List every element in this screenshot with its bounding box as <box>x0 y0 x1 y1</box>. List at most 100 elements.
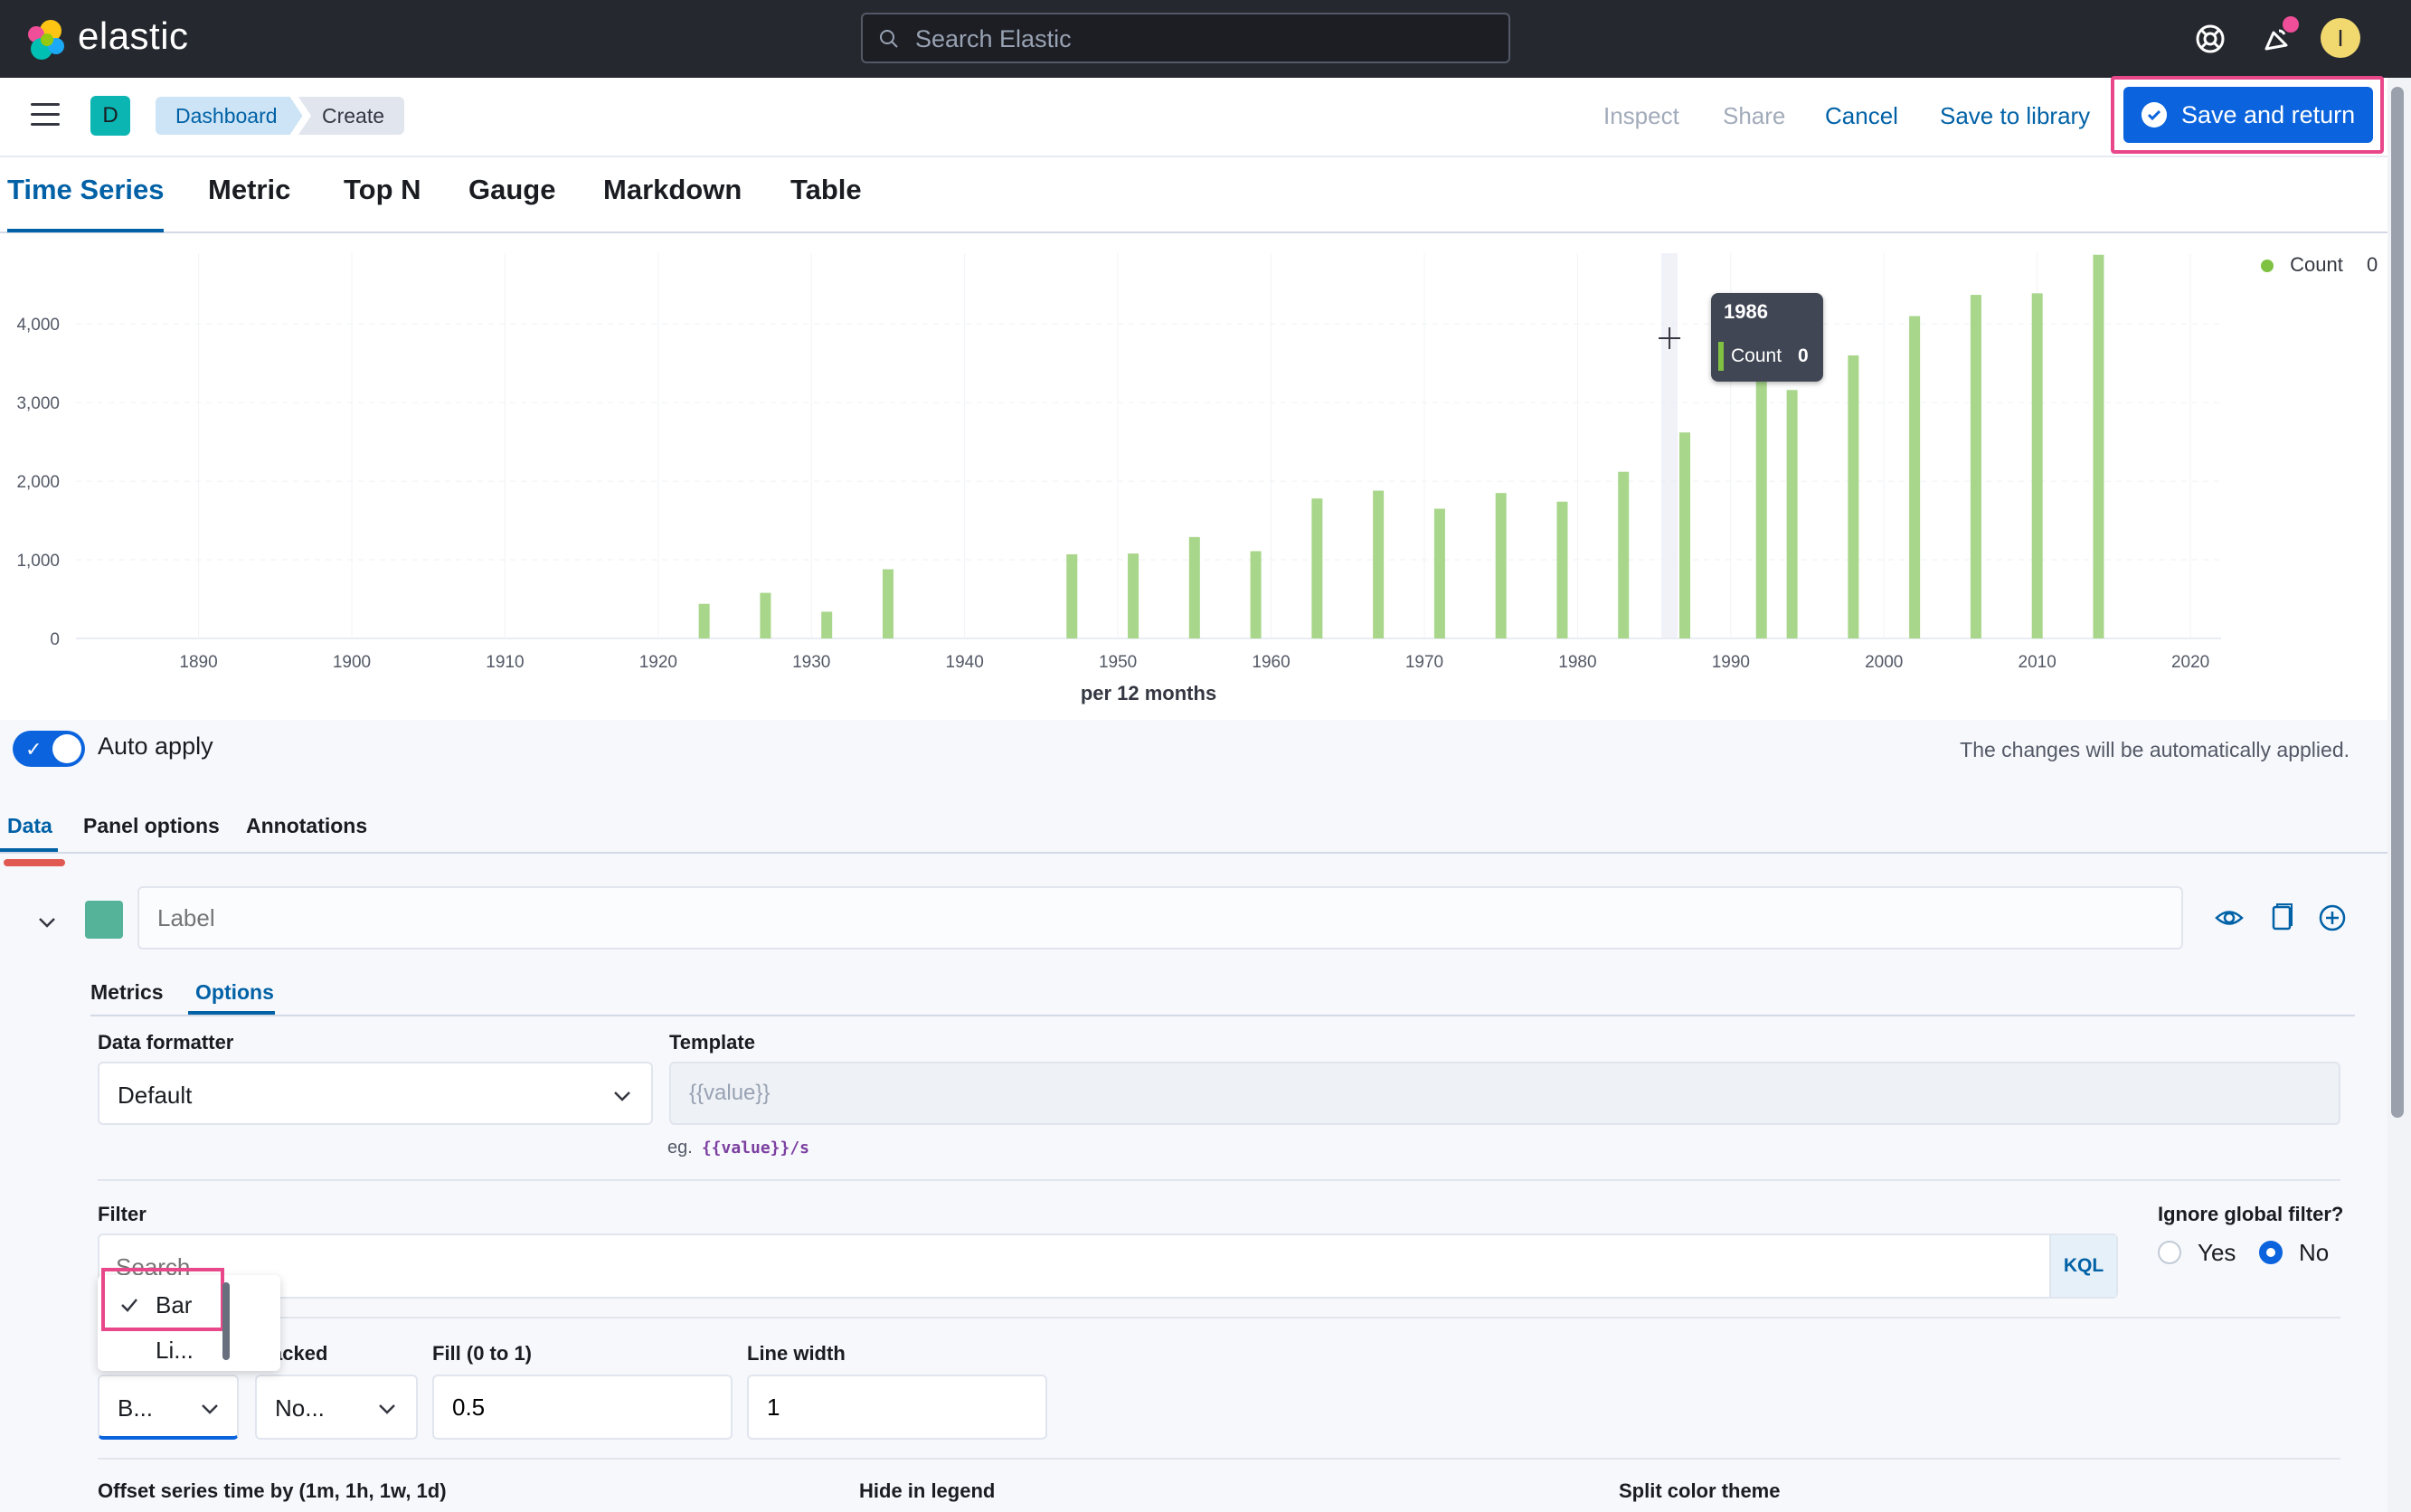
bar-count[interactable] <box>698 603 710 638</box>
y-tick-label: 4,000 <box>16 316 60 335</box>
data-formatter-value: Default <box>118 1082 193 1109</box>
breadcrumb-create: Create <box>298 97 405 135</box>
bar-count[interactable] <box>760 592 771 638</box>
page-scrollbar-thumb[interactable] <box>2391 87 2404 1118</box>
fill-field[interactable] <box>432 1375 733 1440</box>
sub-tabs-divider <box>90 1015 2355 1016</box>
stacked-select[interactable]: No... <box>255 1375 418 1440</box>
tab-markdown[interactable]: Markdown <box>603 174 742 228</box>
tab-annotations[interactable]: Annotations <box>246 814 367 838</box>
add-series-icon[interactable] <box>2317 902 2348 933</box>
section-divider <box>98 1179 2340 1181</box>
auto-apply-toggle[interactable]: ✓ <box>13 731 85 767</box>
chevron-down-icon <box>202 1404 218 1414</box>
ignore-global-yes-radio[interactable] <box>2158 1241 2181 1264</box>
template-example-code: {{value}}/s <box>701 1139 810 1158</box>
x-tick-label: 1980 <box>1558 653 1596 672</box>
tab-options[interactable]: Options <box>195 980 274 1005</box>
bar-count[interactable] <box>1909 316 1921 638</box>
template-example-prefix: eg. <box>667 1138 693 1158</box>
template-field[interactable] <box>669 1062 2340 1125</box>
bar-option-highlight <box>101 1268 224 1331</box>
tab-gauge[interactable]: Gauge <box>468 174 555 228</box>
eye-icon[interactable] <box>2214 902 2245 933</box>
data-formatter-select[interactable]: Default <box>98 1062 653 1125</box>
series-label-field[interactable] <box>137 886 2183 950</box>
collapse-series-chevron-icon[interactable] <box>36 912 58 933</box>
bar-count[interactable] <box>1970 295 1981 638</box>
bar-count[interactable] <box>1066 553 1078 638</box>
ignore-global-no-radio[interactable] <box>2259 1241 2283 1264</box>
chart-tooltip: 1986 Count 0 <box>1711 293 1823 382</box>
tab-table[interactable]: Table <box>790 174 862 228</box>
chart-type-option-line[interactable]: Li... <box>98 1328 269 1373</box>
share-button[interactable]: Share <box>1723 99 1785 132</box>
time-series-chart[interactable]: 0 1,000 2,000 3,000 4,000 1890 1900 1910 1920 193… <box>0 233 2387 722</box>
bar-count[interactable] <box>1848 355 1859 638</box>
series-color-picker[interactable] <box>85 901 123 939</box>
save-to-library-button[interactable]: Save to library <box>1940 99 2090 132</box>
bar-count[interactable] <box>1786 390 1798 638</box>
ignore-global-no-label[interactable]: No <box>2299 1239 2329 1267</box>
inspect-button[interactable]: Inspect <box>1603 99 1679 132</box>
brand-name[interactable]: elastic <box>78 14 189 58</box>
elastic-logo-icon[interactable] <box>24 16 69 61</box>
fill-label: Fill (0 to 1) <box>432 1342 532 1365</box>
bar-count[interactable] <box>1556 501 1568 638</box>
global-search[interactable] <box>861 13 1510 63</box>
dropdown-scrollbar[interactable] <box>222 1282 230 1360</box>
search-icon <box>880 30 898 48</box>
x-axis-label: per 12 months <box>1081 682 1216 704</box>
cancel-button[interactable]: Cancel <box>1825 99 1898 132</box>
bar-count[interactable] <box>1188 536 1200 638</box>
bar-count[interactable] <box>1679 432 1690 638</box>
line-width-input[interactable] <box>749 1376 1045 1438</box>
template-input[interactable] <box>671 1063 2339 1123</box>
app-toolbar: D Dashboard Create Inspect Share Cancel … <box>0 78 2387 157</box>
tab-top-n[interactable]: Top N <box>344 174 421 228</box>
filter-input[interactable] <box>114 1248 1926 1286</box>
line-width-field[interactable] <box>747 1375 1047 1440</box>
bar-count[interactable] <box>1495 493 1507 638</box>
kql-language-button[interactable]: KQL <box>2049 1235 2116 1297</box>
section-divider <box>98 1317 2340 1318</box>
menu-icon[interactable] <box>31 103 60 128</box>
check-circle-icon <box>2142 102 2167 128</box>
tab-metrics[interactable]: Metrics <box>90 980 164 1005</box>
tab-selected-indicator <box>0 848 58 852</box>
bar-count[interactable] <box>1755 363 1767 638</box>
ignore-global-yes-label[interactable]: Yes <box>2198 1239 2236 1267</box>
y-tick-label: 0 <box>50 630 60 649</box>
search-input[interactable] <box>913 22 1496 56</box>
bar-count[interactable] <box>1250 551 1262 638</box>
bar-count[interactable] <box>1618 471 1630 638</box>
bar-count[interactable] <box>2031 293 2043 638</box>
tab-metric[interactable]: Metric <box>208 174 290 228</box>
fill-input[interactable] <box>434 1376 731 1438</box>
breadcrumb-dashboard[interactable]: Dashboard <box>156 97 303 135</box>
bar-count[interactable] <box>1311 498 1323 638</box>
bar-count[interactable] <box>1433 508 1445 638</box>
tab-time-series[interactable]: Time Series <box>7 174 165 232</box>
chart-type-select[interactable]: B... <box>98 1375 239 1440</box>
x-tick-label: 1890 <box>179 653 217 672</box>
bar-count[interactable] <box>1128 553 1139 638</box>
bar-count[interactable] <box>821 611 833 638</box>
chart-legend[interactable]: Count 0 <box>2261 253 2378 277</box>
bar-count[interactable] <box>882 569 893 638</box>
top-header: elastic I <box>0 0 2411 78</box>
filter-field[interactable]: KQL <box>98 1233 2118 1299</box>
series-label-input[interactable] <box>139 888 2181 948</box>
help-icon[interactable] <box>2191 20 2229 58</box>
tabs-divider <box>0 852 2387 854</box>
hide-in-legend-label: Hide in legend <box>859 1479 996 1502</box>
user-avatar[interactable]: I <box>2321 18 2360 58</box>
option-line-label: Li... <box>156 1337 194 1364</box>
tab-panel-options[interactable]: Panel options <box>83 814 220 838</box>
tab-data[interactable]: Data <box>7 814 52 838</box>
clone-icon[interactable] <box>2266 902 2297 933</box>
bar-count[interactable] <box>2093 254 2104 638</box>
space-avatar[interactable]: D <box>90 96 130 136</box>
save-and-return-button[interactable]: Save and return <box>2123 87 2373 143</box>
bar-count[interactable] <box>1373 490 1385 638</box>
